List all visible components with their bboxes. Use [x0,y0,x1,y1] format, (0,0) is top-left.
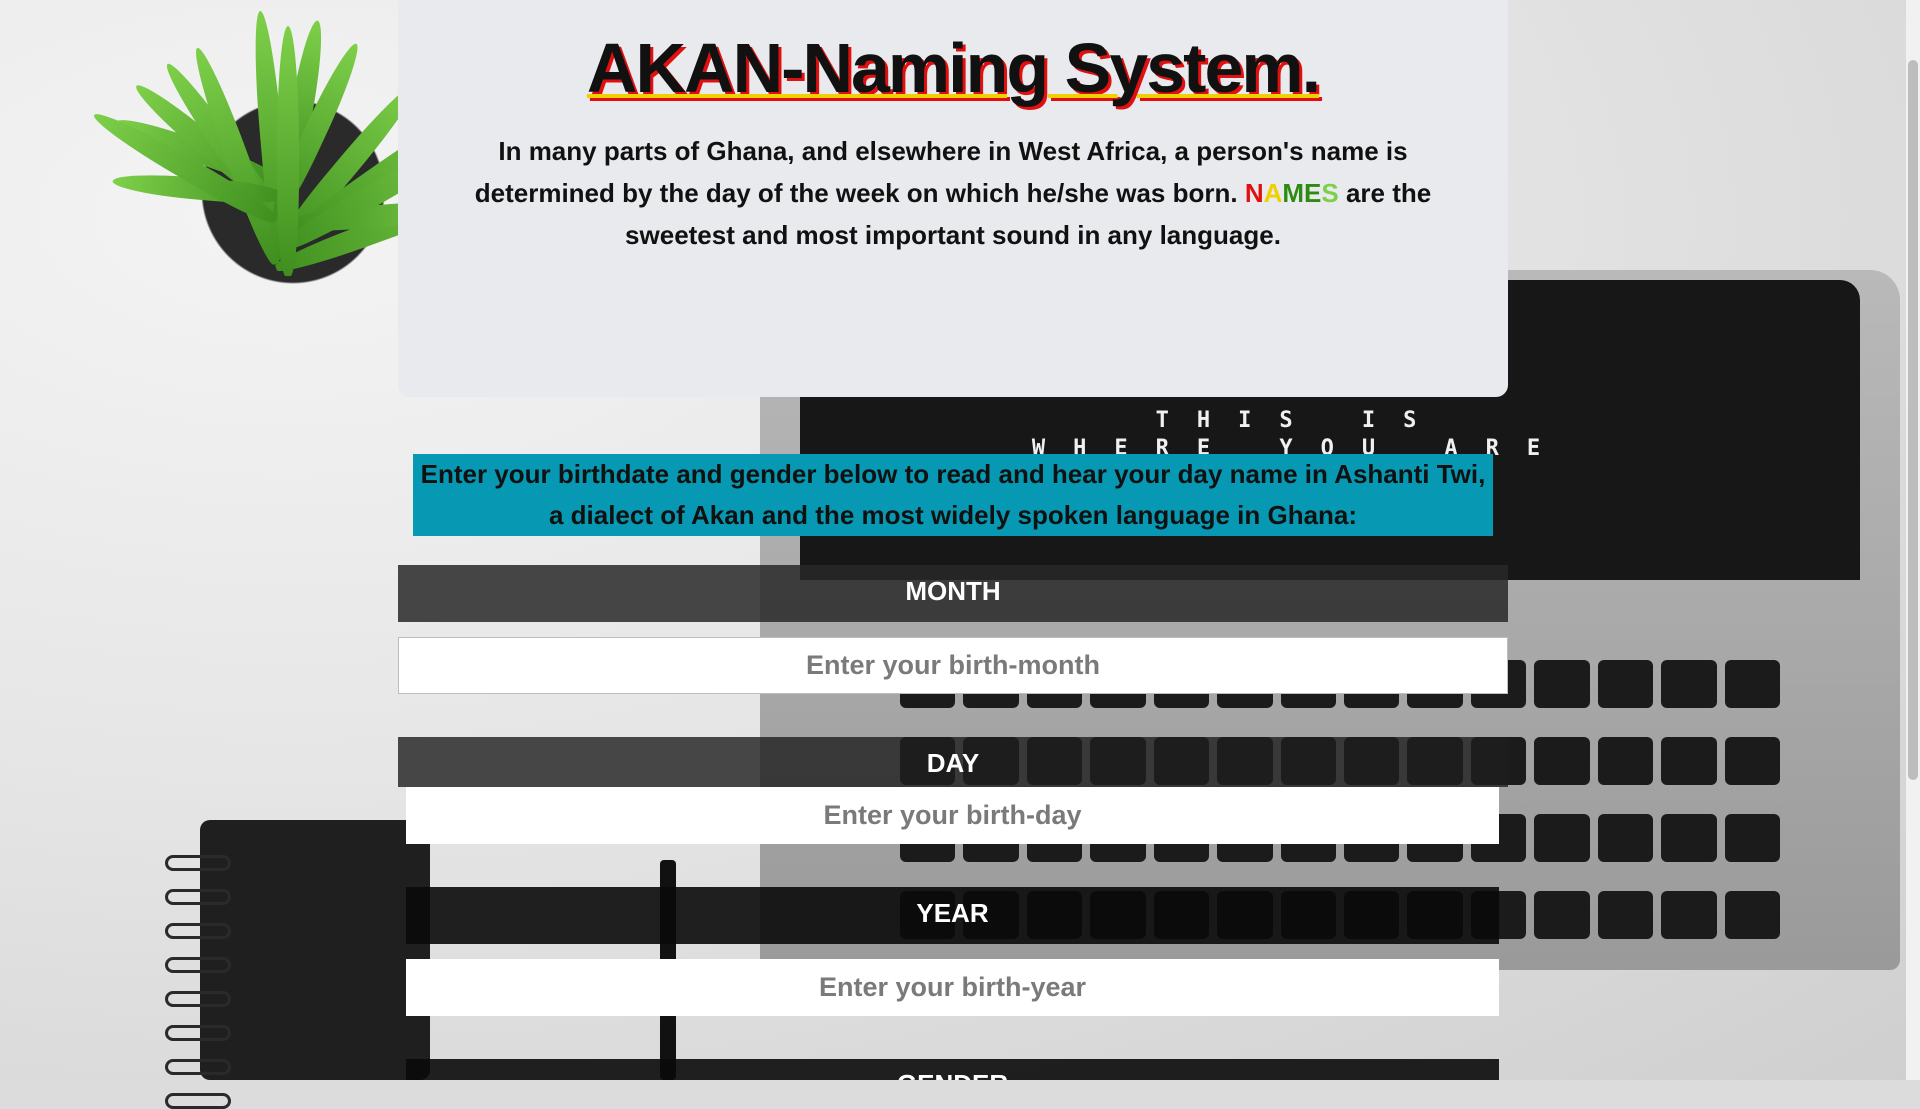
names-highlight: NAMES [1245,178,1339,208]
spiral-ring [165,855,231,871]
spiral-ring [165,1059,231,1075]
month-label: MONTH [905,576,1001,606]
spiral-ring [165,957,231,973]
laptop-slogan: THIS IS WHERE YOU ARE [1020,410,1580,460]
spiral-ring [165,991,231,1007]
slogan-line-1: THIS IS [1155,408,1445,433]
keyboard-key [1724,737,1780,785]
spiral-ring [165,889,231,905]
leaf-shape [277,26,299,276]
birth-day-input[interactable] [406,787,1499,844]
keyboard-key [1534,737,1590,785]
notebook-image [200,820,430,1080]
keyboard-key [1597,814,1654,862]
names-letter: N [1244,178,1264,208]
names-letter: A [1263,178,1283,208]
keyboard-key [1597,891,1654,939]
birth-year-input[interactable] [406,959,1499,1016]
spiral-ring [165,923,231,939]
keyboard-key [1597,660,1654,708]
keyboard-key [1661,814,1717,862]
keyboard-key [1661,660,1717,708]
day-label: DAY [926,748,980,778]
keyboard-key [1534,814,1590,862]
keyboard-key [1724,814,1780,862]
scrollbar-thumb[interactable] [1908,60,1918,780]
keyboard-key [1534,891,1590,939]
birth-month-input[interactable] [398,637,1508,694]
names-letter: M [1282,178,1305,208]
year-label: YEAR [916,898,989,928]
gender-label: GENDER [406,1069,1499,1080]
intro-text: In many parts of Ghana, and elsewhere in… [458,130,1448,256]
keyboard-key [1724,660,1780,708]
keyboard-key [1661,737,1717,785]
spiral-ring [165,1093,231,1109]
page-title: AKAN-Naming System. [586,29,1321,107]
keyboard-key [1661,891,1717,939]
names-letter: S [1321,178,1339,208]
instruction-banner: Enter your birthdate and gender below to… [413,454,1493,536]
page-scrollbar[interactable] [1906,0,1920,1080]
keyboard-key [1597,737,1654,785]
keyboard-key [1534,660,1590,708]
gender-label-bar: GENDER [406,1059,1499,1080]
header-card: AKAN-Naming System. In many parts of Gha… [398,0,1508,397]
spiral-ring [165,1025,231,1041]
names-letter: E [1304,178,1322,208]
keyboard-key [1724,891,1780,939]
